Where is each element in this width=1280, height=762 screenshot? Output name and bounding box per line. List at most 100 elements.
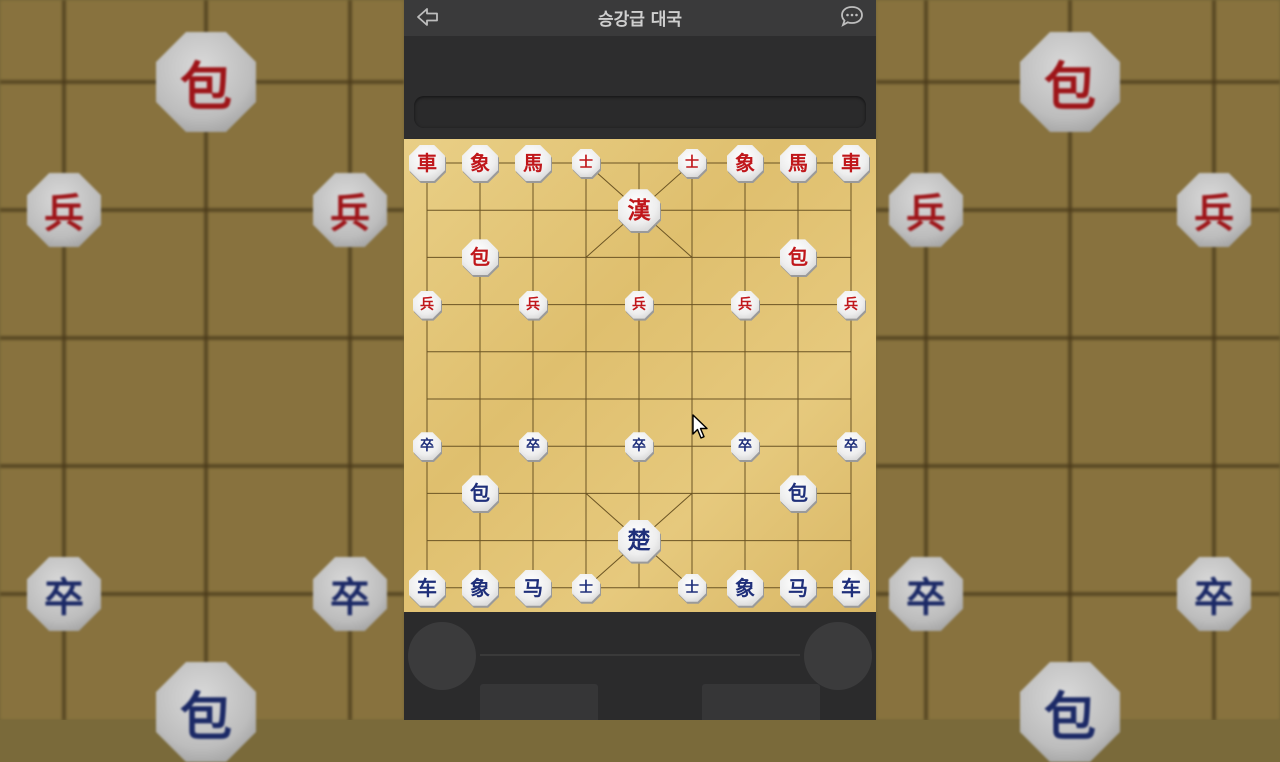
action-button-right[interactable] (702, 684, 820, 720)
background-red-piece: 包 (1020, 32, 1120, 132)
piece-label: 兵 (420, 296, 434, 313)
piece-label: 象 (470, 151, 490, 175)
piece-label: 士 (685, 155, 699, 171)
piece-label: 卒 (526, 438, 540, 455)
background-blue-piece: 卒 (313, 557, 387, 631)
background-red-piece: 包 (156, 32, 256, 132)
piece-label: 车 (841, 575, 861, 600)
background-piece-label: 包 (1043, 686, 1096, 748)
piece-label: 卒 (844, 438, 858, 455)
blue-piece[interactable]: 卒 (519, 432, 548, 463)
red-piece[interactable]: 包 (462, 239, 499, 278)
background-piece-label: 兵 (1194, 190, 1234, 237)
red-piece[interactable]: 車 (833, 145, 870, 183)
background-piece-label: 包 (1043, 56, 1096, 118)
blue-piece[interactable]: 包 (462, 475, 499, 514)
piece-label: 包 (470, 245, 490, 270)
piece-label: 兵 (526, 296, 540, 313)
janggi-board[interactable]: 車象馬士士象馬車漢包包兵兵兵兵兵卒卒卒卒卒包包楚车象马士士象马车 (404, 139, 876, 612)
piece-label: 马 (523, 575, 543, 600)
blue-piece[interactable]: 楚 (618, 519, 661, 564)
red-piece[interactable]: 士 (572, 149, 601, 179)
game-screen: 승강급 대국 車象馬士士象馬車漢包包兵兵兵兵兵卒卒卒卒卒包包楚车象马士士象马车 (404, 0, 876, 720)
blue-piece[interactable]: 象 (727, 569, 764, 608)
background-piece-label: 卒 (44, 574, 84, 621)
blue-piece[interactable]: 马 (780, 569, 817, 608)
piece-label: 包 (788, 481, 808, 506)
background-blue-piece: 卒 (27, 557, 101, 631)
blue-piece[interactable]: 卒 (413, 432, 442, 463)
blue-piece[interactable]: 士 (678, 573, 707, 604)
piece-label: 象 (735, 575, 755, 600)
player-avatar[interactable] (408, 622, 476, 690)
piece-label: 漢 (627, 196, 651, 224)
red-piece[interactable]: 象 (727, 145, 764, 183)
piece-label: 卒 (738, 438, 752, 455)
opponent-status-bar (414, 96, 866, 128)
mouse-pointer-icon (692, 414, 708, 439)
background-blue-piece: 包 (1020, 662, 1120, 762)
background-blue-piece: 卒 (1177, 557, 1251, 631)
blue-piece[interactable]: 包 (780, 475, 817, 514)
red-piece[interactable]: 馬 (515, 145, 552, 183)
background-piece-label: 兵 (330, 190, 370, 237)
blue-piece[interactable]: 车 (833, 569, 870, 608)
player-panel (404, 612, 876, 720)
piece-label: 兵 (632, 296, 646, 313)
background-blue-piece: 包 (156, 662, 256, 762)
piece-label: 象 (470, 575, 490, 600)
background-piece-label: 卒 (1194, 574, 1234, 621)
background-blue-piece: 卒 (889, 557, 963, 631)
red-piece[interactable]: 兵 (625, 290, 654, 321)
blue-piece[interactable]: 卒 (837, 432, 866, 463)
red-piece[interactable]: 兵 (413, 290, 442, 321)
top-bar: 승강급 대국 (404, 0, 876, 36)
background-red-piece: 兵 (889, 173, 963, 247)
piece-label: 士 (579, 579, 593, 596)
red-piece[interactable]: 士 (678, 149, 707, 179)
opponent-avatar[interactable] (804, 622, 872, 690)
background-piece-label: 兵 (906, 190, 946, 237)
piece-label: 象 (735, 151, 755, 175)
piece-label: 楚 (627, 527, 651, 555)
blue-piece[interactable]: 卒 (625, 432, 654, 463)
piece-label: 車 (841, 151, 861, 175)
background-red-piece: 兵 (313, 173, 387, 247)
piece-label: 士 (685, 579, 699, 596)
piece-label: 兵 (738, 296, 752, 313)
red-piece[interactable]: 象 (462, 145, 499, 183)
background-piece-label: 包 (179, 686, 232, 748)
background-piece-label: 卒 (906, 574, 946, 621)
piece-label: 包 (788, 245, 808, 270)
blue-piece[interactable]: 士 (572, 573, 601, 604)
background-red-piece: 兵 (27, 173, 101, 247)
piece-label: 卒 (420, 438, 434, 455)
chat-bubble-icon[interactable] (838, 3, 866, 29)
piece-label: 馬 (788, 151, 808, 175)
piece-label: 卒 (632, 438, 646, 455)
red-piece[interactable]: 車 (409, 145, 446, 183)
page-title: 승강급 대국 (597, 10, 683, 30)
piece-label: 車 (417, 151, 437, 175)
background-piece-label: 包 (179, 56, 232, 118)
piece-label: 马 (788, 575, 808, 600)
red-piece[interactable]: 包 (780, 239, 817, 278)
red-piece[interactable]: 漢 (618, 189, 661, 234)
action-button-left[interactable] (480, 684, 598, 720)
opponent-panel (404, 36, 876, 138)
piece-label: 车 (417, 575, 437, 600)
red-piece[interactable]: 兵 (837, 290, 866, 321)
piece-label: 兵 (844, 296, 858, 313)
blue-piece[interactable]: 象 (462, 569, 499, 608)
red-piece[interactable]: 兵 (731, 290, 760, 321)
background-piece-label: 兵 (44, 190, 84, 237)
red-piece[interactable]: 馬 (780, 145, 817, 183)
blue-piece[interactable]: 车 (409, 569, 446, 608)
background-red-piece: 兵 (1177, 173, 1251, 247)
move-progress-track (480, 654, 800, 656)
red-piece[interactable]: 兵 (519, 290, 548, 321)
blue-piece[interactable]: 马 (515, 569, 552, 608)
piece-label: 士 (579, 155, 593, 171)
background-piece-label: 卒 (330, 574, 370, 621)
blue-piece[interactable]: 卒 (731, 432, 760, 463)
